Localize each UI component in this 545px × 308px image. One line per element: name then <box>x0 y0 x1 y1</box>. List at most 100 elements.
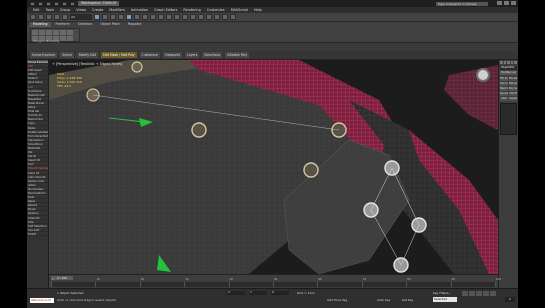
x-coordinate-field[interactable]: X: <box>227 291 245 295</box>
modifier-button[interactable]: Shell <box>500 97 508 101</box>
ribbon-tab-selection[interactable]: Selection <box>75 22 96 27</box>
key-filters-button[interactable]: Key Filters... <box>433 291 451 295</box>
modifier-button[interactable]: UVW Map <box>509 92 517 96</box>
mirror-icon[interactable] <box>182 14 188 20</box>
time-slider[interactable]: 0 / 100 <box>51 276 73 280</box>
perspective-viewport[interactable]: + [Perspective] [Realistic + Edged Faces… <box>49 60 498 274</box>
go-to-start-icon[interactable] <box>462 291 468 296</box>
menu-item-maxscript[interactable]: MAXScript <box>231 8 248 12</box>
menu-item-graph-editors[interactable]: Graph Editors <box>154 8 177 12</box>
select-object-icon[interactable] <box>94 14 100 20</box>
add-time-tag[interactable]: Add Time Tag <box>327 298 347 302</box>
move-icon[interactable] <box>126 14 132 20</box>
display-tab-icon[interactable] <box>514 61 517 64</box>
render-setup-icon[interactable] <box>222 14 228 20</box>
modifier-stack[interactable] <box>500 103 517 135</box>
select-by-name-icon[interactable] <box>102 14 108 20</box>
workspace-selector[interactable]: Workspace: Default <box>78 1 120 6</box>
link-icon[interactable] <box>46 14 52 20</box>
save-icon[interactable] <box>54 1 59 6</box>
ignore-backfacing-icon[interactable] <box>60 36 66 41</box>
maximize-icon[interactable] <box>504 1 509 5</box>
element-icon[interactable] <box>60 30 66 35</box>
subbar-item[interactable]: Customize <box>139 52 160 58</box>
modifier-button[interactable]: FFD 4x4x4 <box>500 77 508 81</box>
hierarchy-tab-icon[interactable] <box>507 61 510 64</box>
maxscript-listener[interactable]: Welcome to M <box>30 298 54 303</box>
modify-mode-icon[interactable] <box>67 30 73 35</box>
subbar-item[interactable]: Viewports <box>162 52 183 58</box>
layers-icon[interactable] <box>198 14 204 20</box>
menu-item-customize[interactable]: Customize <box>207 8 225 12</box>
rotate-icon[interactable] <box>134 14 140 20</box>
viewcube-icon[interactable] <box>476 68 490 82</box>
ribbon-tab-object-paint[interactable]: Object Paint <box>97 22 122 27</box>
open-icon[interactable] <box>46 1 51 6</box>
auto-key-button[interactable]: Auto Key <box>377 298 390 302</box>
set-key-button[interactable]: Set Key <box>402 298 413 302</box>
menu-item-help[interactable]: Help <box>254 8 262 12</box>
redo-tool-icon[interactable] <box>38 14 44 20</box>
modifier-list-dropdown[interactable]: Modifier List <box>500 71 517 75</box>
search-input[interactable]: Type a keyword or phrase <box>436 1 488 6</box>
subbar-item[interactable]: Modify Edit <box>76 52 99 58</box>
scale-icon[interactable] <box>142 14 148 20</box>
subbar-item[interactable]: Scene Explorer <box>30 52 58 58</box>
object-name-field[interactable]: Object001 <box>500 66 517 70</box>
prev-frame-icon[interactable] <box>469 291 475 296</box>
key-mode-dropdown[interactable]: Selected <box>433 297 457 302</box>
viewport-label[interactable]: + [Perspective] [Realistic + Edged Faces… <box>52 62 122 66</box>
ribbon-tab-freeform[interactable]: Freeform <box>53 22 73 27</box>
subbar-item[interactable]: Selections <box>202 52 223 58</box>
vertex-icon[interactable] <box>32 30 38 35</box>
menu-item-views[interactable]: Views <box>76 8 86 12</box>
ribbon-tab-modeling[interactable]: Modeling <box>30 22 51 27</box>
go-to-end-icon[interactable] <box>490 291 496 296</box>
window-crossing-icon[interactable] <box>118 14 124 20</box>
menu-item-edit[interactable]: Edit <box>33 8 40 12</box>
motion-tab-icon[interactable] <box>510 61 514 64</box>
modifier-button[interactable]: Mesh Select <box>500 87 508 91</box>
menu-item-modifiers[interactable]: Modifiers <box>109 8 124 12</box>
angle-snap-icon[interactable] <box>166 14 172 20</box>
collapse-stack-icon[interactable] <box>67 36 73 41</box>
subbar-item[interactable]: Layers <box>185 52 200 58</box>
modifier-button[interactable]: Poly Select <box>509 87 517 91</box>
polygon-icon[interactable] <box>53 30 59 35</box>
unlink-icon[interactable] <box>54 14 60 20</box>
modifier-button[interactable]: Symmetry <box>500 92 508 96</box>
minimize-icon[interactable] <box>497 1 502 5</box>
play-icon[interactable] <box>476 291 482 296</box>
subbar-item[interactable]: Editable Poly <box>225 52 250 58</box>
create-tab-icon[interactable] <box>500 61 503 64</box>
modifier-button[interactable]: FFD Select <box>509 77 517 81</box>
modifier-button[interactable]: TurboSmooth <box>509 97 517 101</box>
selection-filter-dropdown[interactable]: All <box>70 14 92 20</box>
menu-item-rendering[interactable]: Rendering <box>183 8 200 12</box>
menu-item-animation[interactable]: Animation <box>131 8 148 12</box>
left-panel-item[interactable]: Falloff <box>27 232 48 237</box>
align-icon[interactable] <box>190 14 196 20</box>
track-bar[interactable]: 0 10 20 30 40 50 60 70 80 90 100 <box>51 278 501 287</box>
z-coordinate-field[interactable]: Z: <box>271 291 289 295</box>
menu-item-create[interactable]: Create <box>92 8 103 12</box>
border-icon[interactable] <box>46 30 52 35</box>
next-frame-icon[interactable] <box>483 291 489 296</box>
render-icon[interactable] <box>230 14 236 20</box>
undo-icon[interactable] <box>62 1 67 6</box>
modifier-button[interactable]: Turn to Poly <box>500 82 508 86</box>
snap-icon[interactable] <box>158 14 164 20</box>
pivot-icon[interactable] <box>150 14 156 20</box>
material-editor-icon[interactable] <box>214 14 220 20</box>
rect-region-icon[interactable] <box>110 14 116 20</box>
modify-tab-icon[interactable] <box>503 61 507 64</box>
ribbon-tab-populate[interactable]: Populate <box>125 22 145 27</box>
menu-item-tools[interactable]: Tools <box>46 8 54 12</box>
subbar-item[interactable]: Select <box>60 52 74 58</box>
modifier-button[interactable]: Extrude Face <box>509 82 517 86</box>
edge-icon[interactable] <box>39 30 45 35</box>
undo-tool-icon[interactable] <box>30 14 36 20</box>
app-logo-icon[interactable] <box>30 1 35 6</box>
percent-snap-icon[interactable] <box>174 14 180 20</box>
bind-icon[interactable] <box>62 14 68 20</box>
